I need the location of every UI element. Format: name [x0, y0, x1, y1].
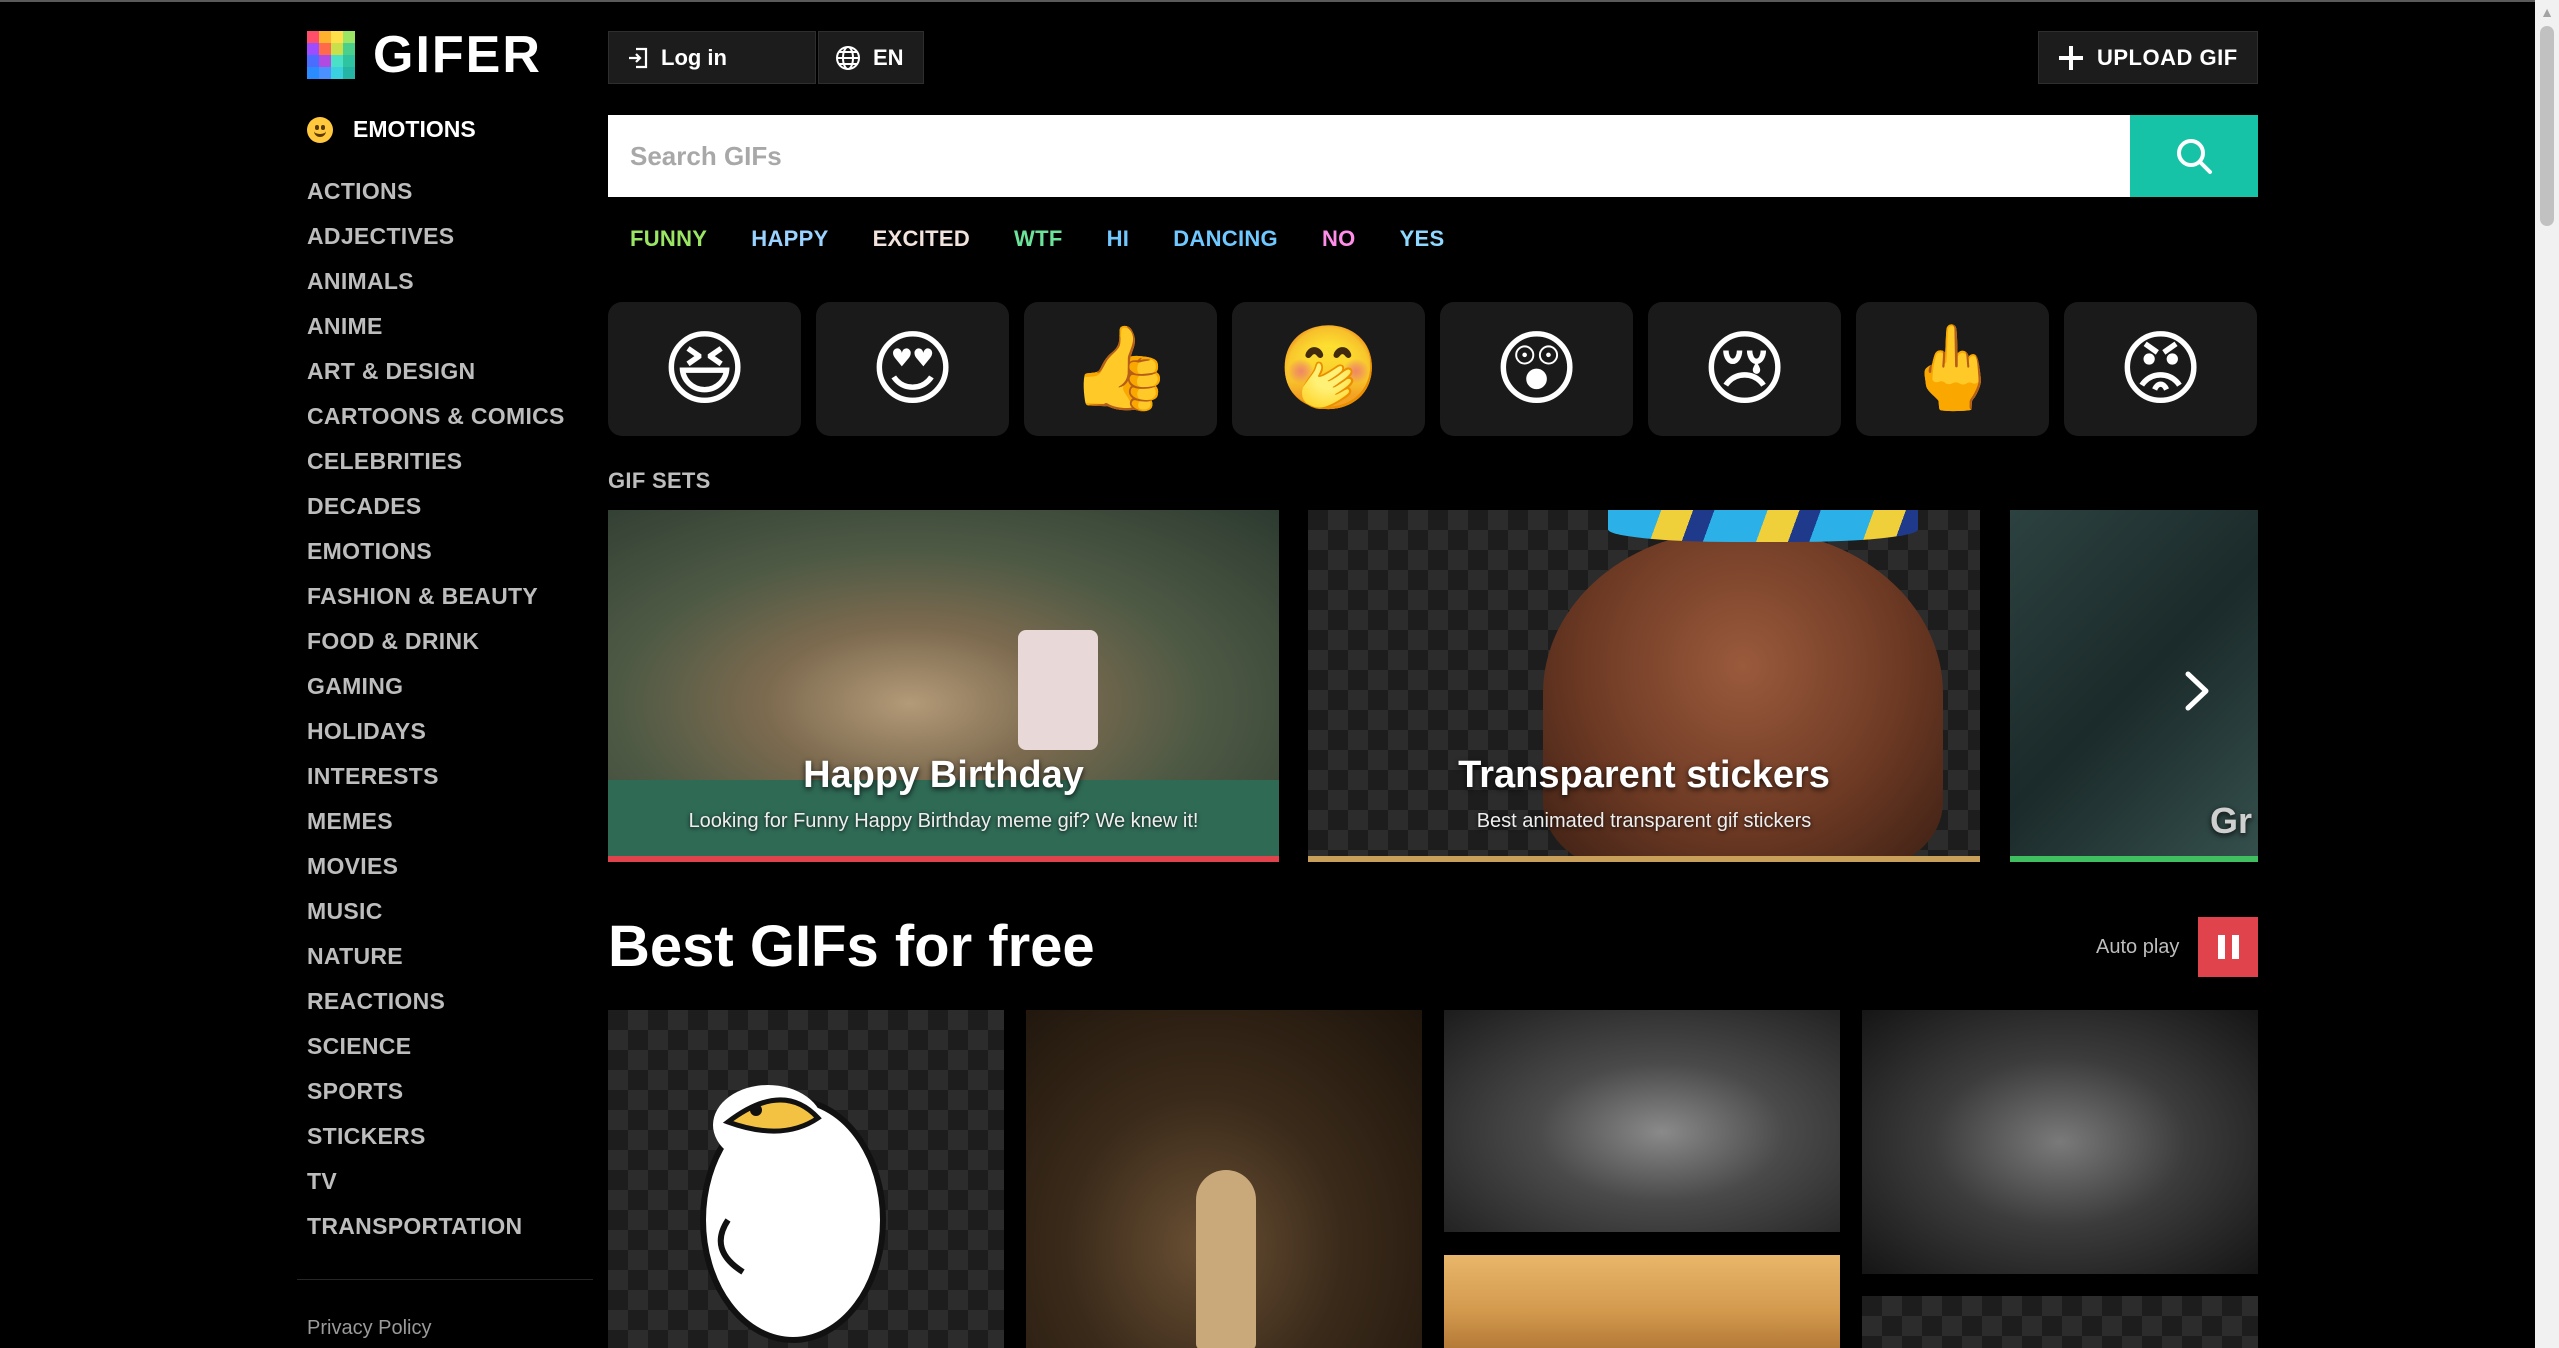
logo-icon: [307, 31, 355, 79]
sidebar-item-music[interactable]: MUSIC: [307, 895, 565, 940]
reaction-middle-finger[interactable]: 🖕: [1856, 302, 2049, 436]
sidebar-item-actions[interactable]: ACTIONS: [307, 175, 565, 220]
scroll-up-arrow-icon[interactable]: ▲: [2535, 0, 2559, 24]
gif-sets-label: GIF SETS: [608, 468, 711, 493]
gif-set-happy-birthday[interactable]: Happy Birthday Looking for Funny Happy B…: [608, 510, 1279, 862]
privacy-policy-link[interactable]: Privacy Policy: [307, 1317, 431, 1340]
login-label: Log in: [661, 44, 727, 70]
gif-set-description: Looking for Funny Happy Birthday meme gi…: [688, 810, 1199, 832]
sidebar-item-sports[interactable]: SPORTS: [307, 1075, 565, 1120]
tag-wtf[interactable]: WTF: [1014, 226, 1063, 252]
pause-icon-bar: [2231, 935, 2239, 959]
reaction-angry[interactable]: 😡: [2064, 302, 2257, 436]
reaction-tiles: 😆 😍 👍 🤭 😲 😢 🖕 😡: [608, 302, 2272, 436]
sidebar-item-transportation[interactable]: TRANSPORTATION: [307, 1210, 565, 1255]
sidebar-item-gaming[interactable]: GAMING: [307, 670, 565, 715]
tag-happy[interactable]: HAPPY: [751, 226, 828, 252]
gif-object-shape: [1196, 1170, 1256, 1348]
login-button[interactable]: Log in: [608, 31, 816, 84]
sidebar-item-movies[interactable]: MOVIES: [307, 850, 565, 895]
autoplay-pause-button[interactable]: [2198, 917, 2258, 977]
sidebar-item-cartoons-comics[interactable]: CARTOONS & COMICS: [307, 400, 565, 445]
trending-tags: FUNNY HAPPY EXCITED WTF HI DANCING NO YE…: [630, 226, 1488, 252]
sidebar-item-decades[interactable]: DECADES: [307, 490, 565, 535]
sidebar-item-art-design[interactable]: ART & DESIGN: [307, 355, 565, 400]
sidebar-featured-label: EMOTIONS: [353, 116, 476, 142]
birthday-cake-shape: [1018, 630, 1098, 750]
gif-thumbnail[interactable]: [1862, 1010, 2258, 1274]
globe-icon: [836, 45, 860, 70]
login-icon: [629, 47, 648, 68]
page-scrollbar[interactable]: ▲: [2535, 0, 2559, 1348]
sidebar-item-fashion-beauty[interactable]: FASHION & BEAUTY: [307, 580, 565, 625]
upload-gif-button[interactable]: UPLOAD GIF: [2038, 31, 2258, 84]
plus-icon: [2059, 45, 2083, 70]
sidebar-item-animals[interactable]: ANIMALS: [307, 265, 565, 310]
reaction-crying[interactable]: 😢: [1648, 302, 1841, 436]
window-top-border: [0, 0, 2559, 2]
search-input[interactable]: [608, 115, 2130, 197]
sidebar-item-interests[interactable]: INTERESTS: [307, 760, 565, 805]
autoplay-label: Auto play: [2096, 936, 2180, 958]
scrollbar-thumb[interactable]: [2540, 26, 2554, 226]
reaction-giggle[interactable]: 🤭: [1232, 302, 1425, 436]
smiley-icon: [307, 116, 333, 143]
tag-dancing[interactable]: DANCING: [1173, 226, 1278, 252]
sidebar-item-holidays[interactable]: HOLIDAYS: [307, 715, 565, 760]
sidebar-item-adjectives[interactable]: ADJECTIVES: [307, 220, 565, 265]
search-button[interactable]: [2130, 115, 2258, 197]
sidebar-item-reactions[interactable]: REACTIONS: [307, 985, 565, 1030]
tag-no[interactable]: NO: [1322, 226, 1356, 252]
sidebar-item-anime[interactable]: ANIME: [307, 310, 565, 355]
gif-set-title: Gr: [2210, 800, 2253, 841]
party-hat-stripes: [1608, 510, 1918, 542]
reaction-laughing[interactable]: 😆: [608, 302, 801, 436]
tag-excited[interactable]: EXCITED: [873, 226, 970, 252]
gif-thumbnail[interactable]: [1862, 1296, 2258, 1348]
sidebar-item-celebrities[interactable]: CELEBRITIES: [307, 445, 565, 490]
gif-set-partial[interactable]: Gr: [2010, 510, 2258, 862]
sidebar-item-emotions[interactable]: EMOTIONS: [307, 535, 565, 580]
gif-set-transparent-stickers[interactable]: Transparent stickers Best animated trans…: [1308, 510, 1980, 862]
gif-thumbnail[interactable]: [1444, 1010, 1840, 1232]
gif-set-accent-bar: [2010, 856, 2258, 862]
gif-set-accent-bar: [1308, 856, 1980, 862]
tag-hi[interactable]: HI: [1107, 226, 1130, 252]
search-icon: [2177, 139, 2212, 174]
gif-set-title: Happy Birthday: [803, 754, 1084, 796]
gif-set-title: Transparent stickers: [1458, 754, 1830, 796]
language-button[interactable]: EN: [818, 31, 924, 84]
sidebar-item-memes[interactable]: MEMES: [307, 805, 565, 850]
gifer-logo[interactable]: GIFER: [307, 26, 542, 84]
tag-funny[interactable]: FUNNY: [630, 226, 707, 252]
duck-sticker-image: [700, 1085, 886, 1343]
sidebar-item-tv[interactable]: TV: [307, 1165, 565, 1210]
gif-thumbnail[interactable]: [608, 1010, 1004, 1348]
tag-yes[interactable]: YES: [1400, 226, 1445, 252]
sidebar-item-food-drink[interactable]: FOOD & DRINK: [307, 625, 565, 670]
reaction-thumbs-up[interactable]: 👍: [1024, 302, 1217, 436]
sidebar-featured-emotions[interactable]: EMOTIONS: [307, 116, 476, 143]
sidebar-item-stickers[interactable]: STICKERS: [307, 1120, 565, 1165]
sidebar-item-nature[interactable]: NATURE: [307, 940, 565, 985]
reaction-astonished[interactable]: 😲: [1440, 302, 1633, 436]
category-list: ACTIONS ADJECTIVES ANIMALS ANIME ART & D…: [307, 175, 565, 1255]
sidebar-divider: [297, 1279, 593, 1280]
gif-thumbnail[interactable]: [1444, 1255, 1840, 1348]
upload-gif-label: UPLOAD GIF: [2097, 44, 2238, 70]
gif-thumbnail[interactable]: [1026, 1010, 1422, 1348]
page-title: Best GIFs for free: [608, 914, 1095, 979]
reaction-heart-eyes[interactable]: 😍: [816, 302, 1009, 436]
logo-text: GIFER: [373, 26, 542, 84]
pause-icon-bar: [2217, 935, 2225, 959]
gif-set-description: Best animated transparent gif stickers: [1476, 810, 1812, 832]
sidebar-item-science[interactable]: SCIENCE: [307, 1030, 565, 1075]
gif-set-accent-bar: [608, 856, 1279, 862]
language-label: EN: [873, 44, 904, 70]
chevron-right-icon[interactable]: [2180, 666, 2216, 716]
